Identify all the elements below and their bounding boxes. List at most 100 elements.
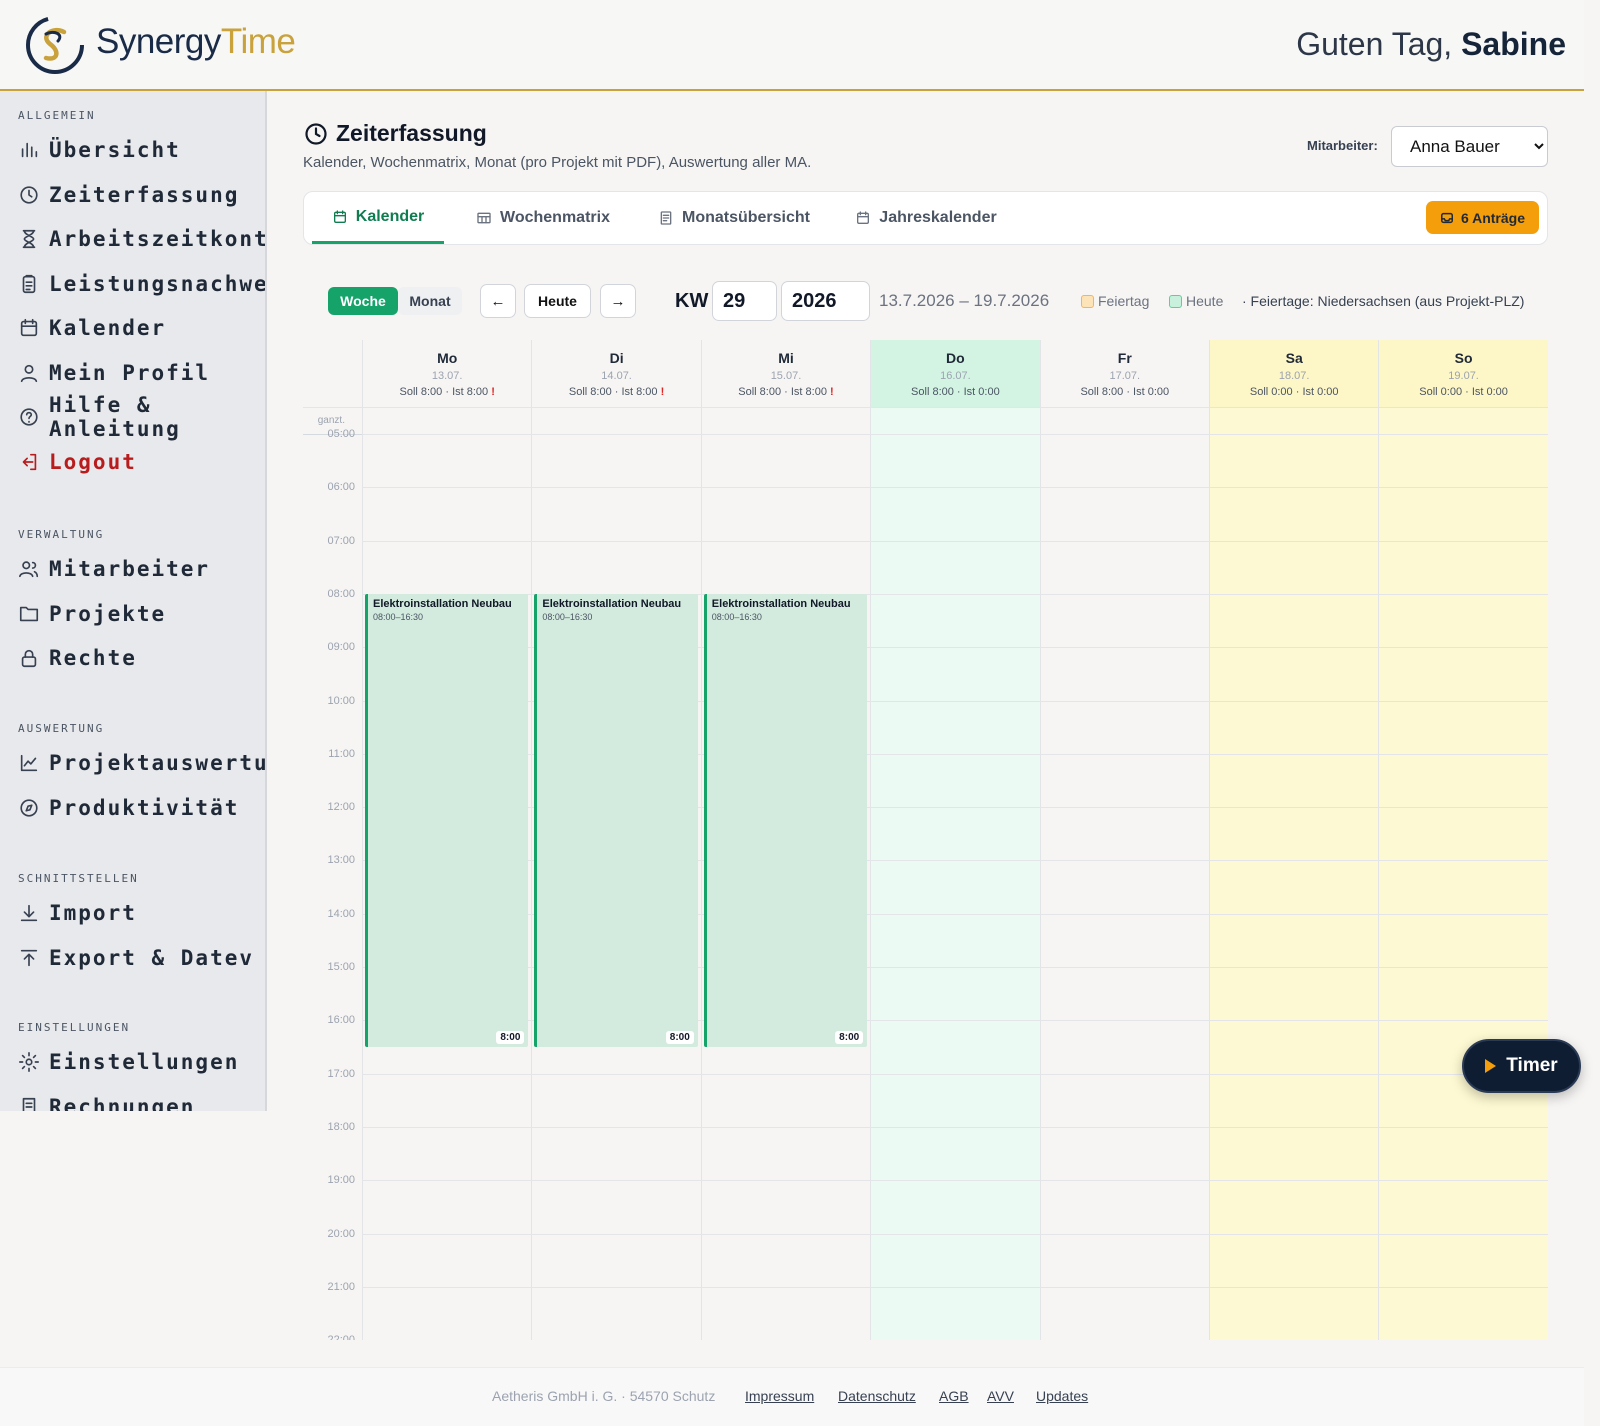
entry-duration: 8:00 — [835, 1030, 864, 1044]
sidebar-item-rechnungen[interactable]: Rechnungen — [18, 1092, 258, 1111]
brand-name: SynergyTime — [96, 22, 296, 62]
time-entry[interactable]: Elektroinstallation Neubau 08:00–16:30 8:0… — [365, 593, 529, 1047]
lock-icon — [18, 647, 40, 669]
hour-label: 13:00 — [327, 854, 355, 867]
sidebar-item-leistungsnachweis[interactable]: Leistungsnachweis — [18, 269, 265, 299]
logo-icon[interactable] — [24, 14, 86, 76]
footer-link-impressum[interactable]: Impressum — [745, 1388, 814, 1404]
tab-monatsuebersicht[interactable]: Monatsübersicht — [648, 192, 820, 244]
view-week-button[interactable]: Woche — [328, 287, 398, 315]
hour-label: 05:00 — [327, 428, 355, 440]
hour-label: 07:00 — [327, 534, 355, 547]
sidebar-item-label: Logout — [49, 449, 137, 474]
sidebar-item-zeiterfassung[interactable]: Zeiterfassung — [18, 180, 258, 210]
sidebar-item-label: Einstellungen — [49, 1050, 240, 1074]
sidebar-item-import[interactable]: Import — [18, 898, 258, 928]
sidebar-item-einstellungen[interactable]: Einstellungen — [18, 1047, 258, 1077]
tab-jahreskalender[interactable]: Jahreskalender — [846, 192, 1006, 244]
employee-select[interactable]: Anna Bauer — [1391, 126, 1548, 167]
day-header: Fr 17.07. Soll 8:00 · Ist 0:00 — [1041, 340, 1209, 407]
sidebar-item-label: Rechte — [49, 646, 137, 670]
hour-line — [362, 1233, 1548, 1235]
help-icon — [18, 406, 40, 428]
sidebar-item-label: Projektauswertung — [49, 751, 265, 775]
day-summary: Soll 8:00 · Ist 0:00 — [1041, 386, 1209, 398]
time-entry[interactable]: Elektroinstallation Neubau 08:00–16:30 8:0… — [534, 593, 698, 1047]
entry-time: 08:00–16:30 — [542, 611, 593, 622]
day-column[interactable]: Fr 17.07. Soll 8:00 · Ist 0:00 — [1039, 340, 1209, 1340]
tab-label: Jahreskalender — [879, 209, 997, 226]
warning-icon: ! — [491, 386, 495, 398]
day-summary: Soll 8:00 · Ist 8:00 ! — [532, 386, 700, 398]
sidebar-item-rechte[interactable]: Rechte — [18, 643, 258, 673]
line-chart-icon — [18, 752, 40, 774]
brand-part-2: Time — [220, 22, 296, 61]
timer-button[interactable]: Timer — [1462, 1039, 1581, 1093]
next-week-button[interactable]: → — [600, 284, 636, 318]
day-header: Di 14.07. Soll 8:00 · Ist 8:00 ! — [532, 340, 700, 407]
warning-icon: ! — [830, 386, 834, 398]
hour-label: 10:00 — [327, 694, 355, 707]
sidebar-item-uebersicht[interactable]: Übersicht — [18, 135, 258, 165]
view-month-button[interactable]: Monat — [398, 287, 462, 315]
time-entry[interactable]: Elektroinstallation Neubau 08:00–16:30 8:0… — [703, 593, 868, 1047]
page-title: Zeiterfassung — [336, 120, 487, 146]
footer-link-updates[interactable]: Updates — [1036, 1388, 1088, 1404]
day-name: Mo — [437, 350, 458, 366]
calendar-icon — [332, 209, 356, 225]
day-summary: Soll 8:00 · Ist 8:00 ! — [702, 386, 870, 398]
user-name: Sabine — [1461, 26, 1566, 62]
legend-holiday: Feiertag — [1081, 293, 1149, 309]
sidebar-item-kalender[interactable]: Kalender — [18, 313, 258, 343]
tab-kalender[interactable]: Kalender — [312, 192, 444, 244]
legend-today: Heute — [1169, 293, 1223, 309]
day-header: Mo 13.07. Soll 8:00 · Ist 8:00 ! — [363, 340, 531, 407]
day-header: So 19.07. Soll 0:00 · Ist 0:00 — [1379, 340, 1548, 407]
sidebar-item-logout[interactable]: Logout — [18, 447, 258, 477]
entry-duration: 8:00 — [496, 1030, 525, 1044]
allday-label: ganzt. — [317, 415, 345, 426]
hour-label: 11:00 — [328, 747, 355, 760]
sidebar-item-export-datev[interactable]: Export & Datev — [18, 943, 258, 973]
today-button[interactable]: Heute — [524, 284, 591, 318]
footer-link-agb[interactable]: AGB — [939, 1388, 969, 1404]
sidebar-item-projekte[interactable]: Projekte — [18, 599, 258, 629]
entry-time: 08:00–16:30 — [711, 611, 762, 622]
day-column[interactable]: So 19.07. Soll 0:00 · Ist 0:00 — [1378, 340, 1548, 1340]
sidebar-item-hilfe-anleitung[interactable]: Hilfe & Anleitung — [18, 393, 258, 441]
day-column[interactable]: Do 16.07. Soll 8:00 · Ist 0:00 — [870, 340, 1040, 1340]
date-range: 13.7.2026 – 19.7.2026 — [879, 291, 1050, 310]
sidebar-item-produktivitaet[interactable]: Produktivität — [18, 793, 258, 823]
bar-chart-icon — [18, 139, 40, 161]
footer-link-avv[interactable]: AVV — [987, 1388, 1014, 1404]
year-input[interactable]: 2026 — [781, 281, 870, 321]
sidebar-section-title: EINSTELLUNGEN — [18, 1021, 131, 1034]
table-icon — [476, 210, 500, 226]
day-summary-text: Soll 0:00 · Ist 0:00 — [1249, 386, 1339, 398]
holiday-note: · Feiertage: Niedersachsen (aus Projekt-… — [1242, 293, 1525, 309]
employee-label: Mitarbeiter: — [1307, 138, 1378, 153]
week-number-input[interactable]: 29 — [712, 281, 777, 321]
day-column[interactable]: Sa 18.07. Soll 0:00 · Ist 0:00 — [1209, 340, 1379, 1340]
footer-link-datenschutz[interactable]: Datenschutz — [838, 1388, 916, 1404]
sidebar-item-mein-profil[interactable]: Mein Profil — [18, 358, 258, 388]
day-summary: Soll 8:00 · Ist 8:00 ! — [363, 386, 531, 398]
sidebar-item-label: Arbeitszeitkonto — [49, 227, 267, 251]
sidebar-item-projektauswertung[interactable]: Projektauswertung — [18, 748, 265, 778]
download-icon — [18, 902, 40, 924]
sidebar-item-label: Export & Datev — [49, 945, 255, 970]
entry-title: Elektroinstallation Neubau — [373, 597, 512, 610]
day-header: Sa 18.07. Soll 0:00 · Ist 0:00 — [1210, 340, 1379, 407]
user-icon — [18, 362, 40, 384]
sidebar-item-arbeitszeitkonto[interactable]: Arbeitszeitkonto — [18, 224, 265, 254]
requests-button[interactable]: 6 Anträge — [1425, 201, 1539, 234]
prev-week-button[interactable]: ← — [480, 284, 516, 318]
sidebar-item-mitarbeiter[interactable]: Mitarbeiter — [18, 554, 258, 584]
day-summary-text: Soll 8:00 · Ist 8:00 — [568, 386, 658, 398]
week-number-label: KW — [675, 290, 709, 312]
hour-line — [362, 1126, 1548, 1128]
tab-wochenmatrix[interactable]: Wochenmatrix — [468, 192, 618, 244]
holiday-swatch — [1081, 294, 1094, 308]
hour-label: 09:00 — [327, 641, 355, 654]
tab-label: Monatsübersicht — [681, 209, 810, 226]
